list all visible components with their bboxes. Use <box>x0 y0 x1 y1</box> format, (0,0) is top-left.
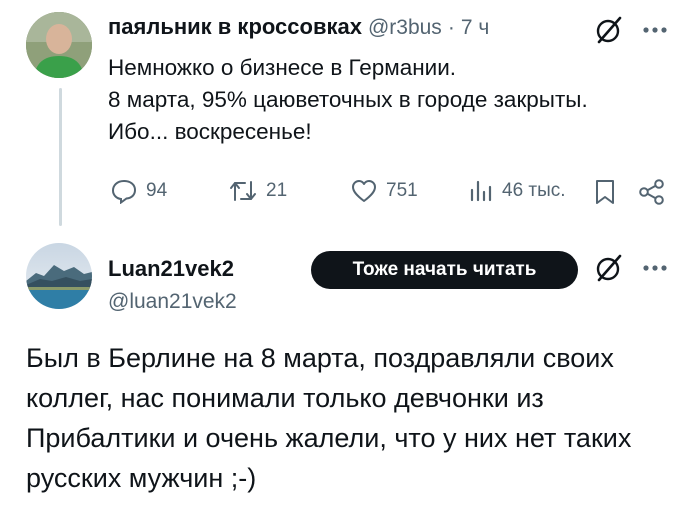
views-button[interactable]: 46 тыс. <box>468 178 566 204</box>
tweet-text-line: Немножко о бизнесе в Германии. <box>108 55 457 80</box>
reply-count: 94 <box>146 180 168 201</box>
reply-author-avatar[interactable] <box>26 243 92 309</box>
views-count: 46 тыс. <box>502 180 566 201</box>
author-name[interactable]: паяльник в кроссовках <box>108 14 362 40</box>
author-handle[interactable]: @r3bus <box>368 16 442 40</box>
like-count: 751 <box>386 180 418 201</box>
follow-back-button[interactable]: Тоже начать читать <box>311 251 578 289</box>
reply-author-handle[interactable]: @luan21vek2 <box>108 290 237 314</box>
tweet-text-line: Ибо... воскресенье! <box>108 119 312 144</box>
tweet-text-line: 8 марта, 95% цаюветочных в городе закрыт… <box>108 87 588 112</box>
author-avatar[interactable] <box>26 12 92 78</box>
grok-icon[interactable] <box>594 253 624 283</box>
reply-icon <box>110 178 138 204</box>
repost-icon <box>228 178 258 204</box>
header-separator: · <box>447 16 455 39</box>
follow-back-label: Тоже начать читать <box>352 259 537 280</box>
thread-line <box>59 88 62 226</box>
tweet-time[interactable]: 7 ч <box>461 16 489 40</box>
more-icon[interactable] <box>642 264 668 272</box>
reply-text: Был в Берлине на 8 марта, поздравляли св… <box>26 343 632 493</box>
like-icon <box>350 178 378 204</box>
repost-count: 21 <box>266 180 288 201</box>
tweet-text: Немножко о бизнесе в Германии. 8 марта, … <box>108 52 688 148</box>
bookmark-icon[interactable] <box>593 178 617 206</box>
like-button[interactable]: 751 <box>350 178 418 204</box>
tweet-header: паяльник в кроссовках @r3bus · 7 ч <box>108 14 489 40</box>
share-icon[interactable] <box>638 178 666 206</box>
views-icon <box>468 178 494 204</box>
reply-button[interactable]: 94 <box>110 178 167 204</box>
reply-author-name[interactable]: Luan21vek2 <box>108 256 234 282</box>
repost-button[interactable]: 21 <box>228 178 287 204</box>
grok-icon[interactable] <box>594 15 624 45</box>
more-icon[interactable] <box>642 26 668 34</box>
